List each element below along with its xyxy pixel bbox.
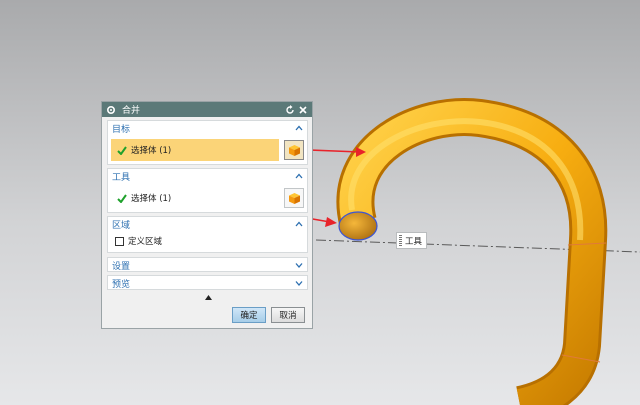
tool-select-body-button[interactable] [284,188,304,208]
tool-callout-text: 工具 [405,236,423,247]
define-region-label: 定义区域 [128,237,163,247]
preview-group[interactable]: 预览 [107,275,308,290]
settings-group-label: 设置 [112,261,131,272]
triangle-up-icon [204,294,212,300]
gear-icon [106,105,116,114]
target-group-header[interactable]: 目标 [108,121,307,135]
graphics-viewport[interactable]: 工具 [0,0,640,405]
drag-grip-icon [399,235,402,246]
chevron-down-icon[interactable] [295,262,303,268]
chevron-down-icon[interactable] [295,280,303,286]
target-select-body-button[interactable] [284,140,304,160]
check-icon [117,193,127,203]
region-group-label: 区域 [112,220,131,231]
settings-group[interactable]: 设置 [107,257,308,272]
tool-group-label: 工具 [112,172,131,183]
tool-group-header[interactable]: 工具 [108,169,307,183]
target-select-body-row[interactable]: 选择体 (1) [111,139,279,161]
preview-group-label: 预览 [112,279,131,290]
target-group: 目标 选择体 (1) [107,120,308,165]
tool-select-body-label: 选择体 (1) [131,194,172,204]
preview-group-header[interactable]: 预览 [108,276,307,290]
define-region-row[interactable]: 定义区域 [111,232,304,250]
tool-group: 工具 选择体 (1) [107,168,308,213]
reset-icon[interactable] [285,104,295,115]
region-group: 区域 定义区域 [107,216,308,253]
chevron-up-icon[interactable] [295,125,303,131]
dialog-titlebar[interactable]: 合并 [102,102,312,117]
check-icon [117,145,127,155]
region-group-header[interactable]: 区域 [108,217,307,231]
target-group-label: 目标 [112,124,131,135]
tool-arrowhead [325,217,337,227]
cancel-button[interactable]: 取消 [271,307,305,323]
unite-dialog[interactable]: 合并 目标 选择体 (1) 工具 选择体 (1) 区域 定义区域 设置 预览 确… [101,101,313,329]
chevron-up-icon[interactable] [295,173,303,179]
cube-icon [288,192,300,204]
chevron-up-icon[interactable] [295,221,303,227]
close-icon[interactable] [298,105,308,115]
tool-body-cap[interactable] [338,211,378,241]
target-select-body-label: 选择体 (1) [131,146,172,156]
show-more-options-handle[interactable] [102,293,314,301]
tool-select-body-row[interactable]: 选择体 (1) [111,187,279,209]
cube-icon [288,144,300,156]
tool-callout-label: 工具 [396,232,427,249]
dialog-title: 合并 [122,106,141,116]
3d-scene[interactable] [0,0,640,405]
ok-button[interactable]: 确定 [232,307,266,323]
define-region-checkbox[interactable] [115,236,124,246]
settings-group-header[interactable]: 设置 [108,258,307,272]
